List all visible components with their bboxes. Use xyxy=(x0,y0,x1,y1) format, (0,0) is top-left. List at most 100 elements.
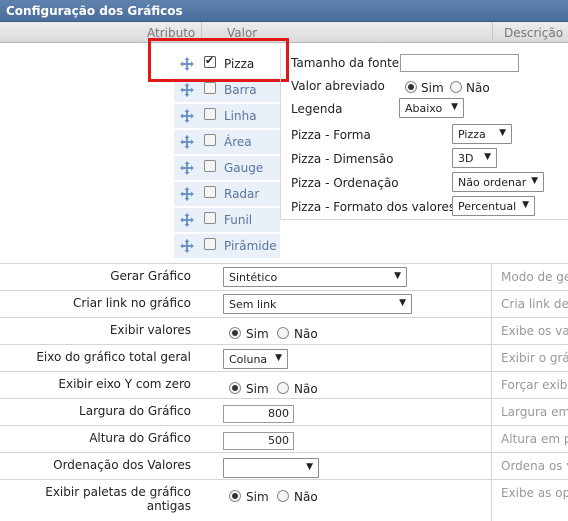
largura-input[interactable]: 800 xyxy=(223,405,294,423)
abbrev-no-radio[interactable] xyxy=(450,81,462,93)
column-divider xyxy=(491,345,492,372)
chart-type-label: Radar xyxy=(224,187,260,201)
dimension-select-value: 3D xyxy=(458,152,474,165)
paletas-yes-radio[interactable] xyxy=(229,490,241,502)
row-exibir-valores: Exibir valores Sim Não Exibe os valo xyxy=(0,317,568,345)
paletas-label: Exibir paletas de gráfico antigas xyxy=(45,485,191,513)
move-handle-icon[interactable] xyxy=(180,239,194,253)
exibir-valores-label: Exibir valores xyxy=(109,323,191,337)
chart-type-checkbox[interactable] xyxy=(204,160,216,172)
eixo-y-zero-no-label: Não xyxy=(294,382,318,396)
eixo-y-zero-desc: Forçar exibiç xyxy=(501,378,568,392)
column-divider xyxy=(491,291,492,318)
chart-type-checkbox[interactable] xyxy=(204,134,216,146)
criar-link-value: Sem link xyxy=(229,298,277,311)
paletas-no-radio[interactable] xyxy=(277,490,289,502)
abbrev-yes-radio[interactable] xyxy=(405,81,417,93)
row-altura: Altura do Gráfico 500 Altura em pix xyxy=(0,425,568,453)
gerar-grafico-desc: Modo de gera xyxy=(501,270,568,284)
ordenacao-select[interactable]: ▼ xyxy=(223,458,319,478)
largura-desc: Largura em pi xyxy=(501,405,568,419)
format-label: Pizza - Formato dos valores xyxy=(291,200,456,214)
eixo-total-label: Eixo do gráfico total geral xyxy=(36,350,191,364)
chart-type-item-area[interactable]: Área xyxy=(174,130,280,155)
chart-type-checkbox[interactable] xyxy=(204,82,216,94)
dimension-label: Pizza - Dimensão xyxy=(291,152,394,166)
gerar-grafico-value: Sintético xyxy=(229,271,278,284)
eixo-y-zero-yes-radio[interactable] xyxy=(229,382,241,394)
chevron-down-icon: ▼ xyxy=(484,152,491,162)
chart-type-item-radar[interactable]: Radar xyxy=(174,182,280,207)
paletas-desc: Exibe as opçõ xyxy=(501,486,568,500)
chevron-down-icon: ▼ xyxy=(394,271,401,281)
chevron-down-icon: ▼ xyxy=(306,462,313,472)
eixo-total-select[interactable]: Coluna ▼ xyxy=(223,349,288,369)
chevron-down-icon: ▼ xyxy=(275,353,282,363)
move-handle-icon[interactable] xyxy=(180,135,194,149)
chart-type-item-linha[interactable]: Linha xyxy=(174,104,280,129)
order-select[interactable]: Não ordenar ▼ xyxy=(452,172,544,192)
chart-type-label: Barra xyxy=(224,83,257,97)
chevron-down-icon: ▼ xyxy=(451,102,458,112)
chart-type-checkbox[interactable] xyxy=(204,186,216,198)
format-select[interactable]: Percentual ▼ xyxy=(452,196,535,216)
column-divider xyxy=(491,426,492,453)
row-eixo-total: Eixo do gráfico total geral Coluna ▼ Exi… xyxy=(0,344,568,372)
font-size-input[interactable] xyxy=(400,54,519,72)
highlight-box xyxy=(148,38,289,82)
column-divider xyxy=(491,264,492,291)
eixo-total-desc: Exibir o gráfi xyxy=(501,351,568,365)
paletas-yes-label: Sim xyxy=(246,490,269,504)
chart-type-label: Gauge xyxy=(224,161,264,175)
exibir-valores-no-label: Não xyxy=(294,327,318,341)
ordenacao-desc: Ordena os val xyxy=(501,459,568,473)
chart-type-item-funil[interactable]: Funil xyxy=(174,208,280,233)
dimension-select[interactable]: 3D ▼ xyxy=(452,148,497,168)
exibir-valores-yes-radio[interactable] xyxy=(229,327,241,339)
eixo-y-zero-label: Exibir eixo Y com zero xyxy=(58,377,191,391)
window-title: Configuração dos Gráficos xyxy=(0,0,568,22)
row-paletas: Exibir paletas de gráfico antigas Sim Nã… xyxy=(0,479,568,521)
move-handle-icon[interactable] xyxy=(180,83,194,97)
header-descricao: Descrição xyxy=(504,26,564,40)
abbrev-no-label: Não xyxy=(466,81,490,95)
criar-link-label: Criar link no gráfico xyxy=(73,296,191,310)
format-select-value: Percentual xyxy=(458,200,517,213)
criar-link-desc: Cria link dem xyxy=(501,297,568,311)
move-handle-icon[interactable] xyxy=(180,109,194,123)
eixo-total-value: Coluna xyxy=(229,353,268,366)
chart-type-checkbox[interactable] xyxy=(204,212,216,224)
chart-type-item-gauge[interactable]: Gauge xyxy=(174,156,280,181)
font-size-label: Tamanho da fonte xyxy=(291,56,400,70)
legend-select[interactable]: Abaixo ▼ xyxy=(399,98,464,118)
altura-input[interactable]: 500 xyxy=(223,432,294,450)
exibir-valores-yes-label: Sim xyxy=(246,327,269,341)
column-divider xyxy=(491,318,492,345)
criar-link-select[interactable]: Sem link ▼ xyxy=(223,294,412,314)
move-handle-icon[interactable] xyxy=(180,213,194,227)
exibir-valores-desc: Exibe os valo xyxy=(501,324,568,338)
shape-select[interactable]: Pizza ▼ xyxy=(452,124,512,144)
move-handle-icon[interactable] xyxy=(180,187,194,201)
exibir-valores-no-radio[interactable] xyxy=(277,327,289,339)
row-eixo-y-zero: Exibir eixo Y com zero Sim Não Forçar ex… xyxy=(0,371,568,399)
row-gerar-grafico: Gerar Gráfico Sintético ▼ Modo de gera xyxy=(0,263,568,291)
chart-type-item-piramide[interactable]: Pirâmide xyxy=(174,234,280,259)
chart-type-label: Pirâmide xyxy=(224,239,277,253)
chart-type-label: Linha xyxy=(224,109,257,123)
column-divider xyxy=(491,480,492,521)
gerar-grafico-select[interactable]: Sintético ▼ xyxy=(223,267,407,287)
chart-type-checkbox[interactable] xyxy=(204,108,216,120)
chart-type-label: Área xyxy=(224,135,252,149)
altura-desc: Altura em pix xyxy=(501,432,568,446)
paletas-no-label: Não xyxy=(294,490,318,504)
chart-type-label: Funil xyxy=(224,213,253,227)
chart-type-checkbox[interactable] xyxy=(204,238,216,250)
row-criar-link: Criar link no gráfico Sem link ▼ Cria li… xyxy=(0,290,568,318)
abbrev-label: Valor abreviado xyxy=(291,79,385,93)
eixo-y-zero-no-radio[interactable] xyxy=(277,382,289,394)
eixo-y-zero-yes-label: Sim xyxy=(246,382,269,396)
chart-properties-panel: Tamanho da fonte Valor abreviado Sim Não… xyxy=(280,48,568,220)
row-ordenacao: Ordenação dos Valores ▼ Ordena os val xyxy=(0,452,568,480)
move-handle-icon[interactable] xyxy=(180,161,194,175)
